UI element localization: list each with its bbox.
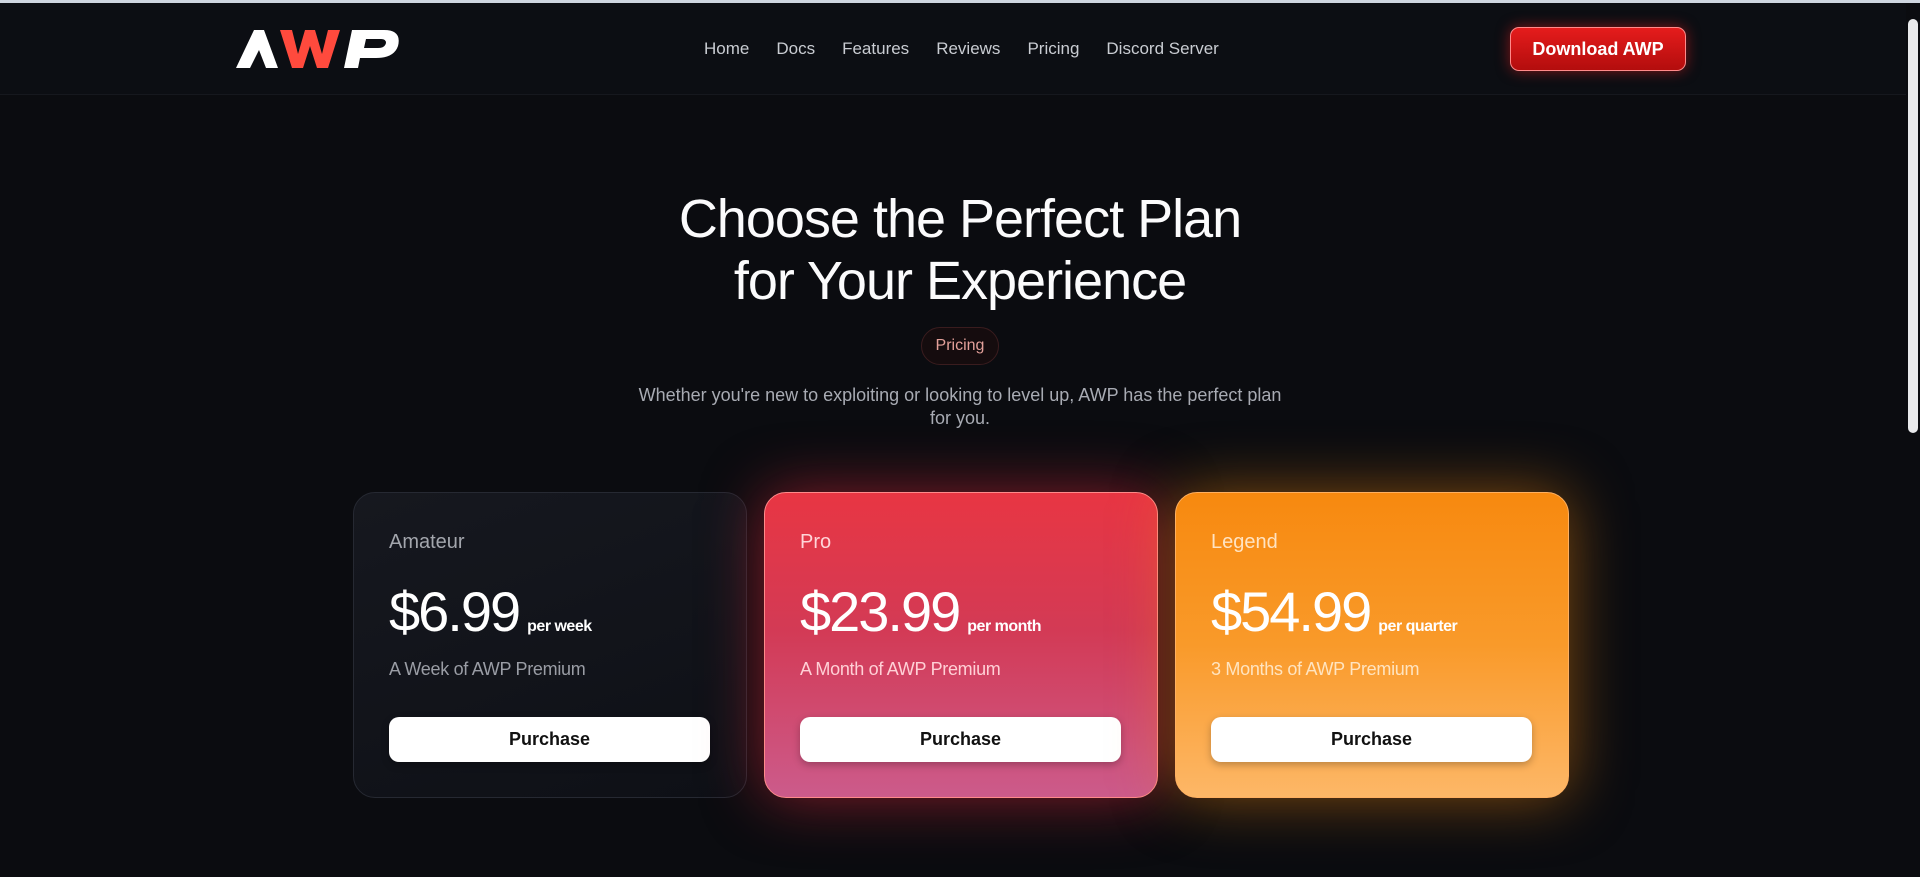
nav-pricing[interactable]: Pricing [1027, 39, 1079, 59]
plan-period: per month [967, 618, 1041, 635]
price-row: $6.99 per week [389, 579, 592, 644]
nav-home[interactable]: Home [704, 39, 749, 59]
nav-discord-server[interactable]: Discord Server [1106, 39, 1218, 59]
plan-card-legend: Legend $54.99 per quarter 3 Months of AW… [1175, 492, 1569, 798]
title-line-1: Choose the Perfect Plan [678, 189, 1242, 249]
price-row: $23.99 per month [800, 579, 1041, 644]
hero-subtitle: Whether you're new to exploiting or look… [620, 384, 1300, 430]
plan-description: A Month of AWP Premium [800, 659, 1001, 679]
plan-name: Legend [1211, 531, 1278, 553]
page-scrollbar[interactable] [1906, 3, 1920, 877]
plan-price: $54.99 [1211, 580, 1372, 643]
download-awp-button[interactable]: Download AWP [1510, 27, 1686, 71]
pricing-badge: Pricing [921, 327, 999, 365]
nav-features[interactable]: Features [842, 39, 909, 59]
plan-period: per week [527, 618, 592, 635]
plan-description: 3 Months of AWP Premium [1211, 659, 1420, 679]
plan-price: $6.99 [389, 580, 521, 643]
awp-logo[interactable] [236, 28, 402, 70]
plan-card-amateur: Amateur $6.99 per week A Week of AWP Pre… [353, 492, 747, 798]
scrollbar-thumb[interactable] [1908, 19, 1918, 433]
site-header: Home Docs Features Reviews Pricing Disco… [0, 3, 1920, 95]
title-line-2: for Your Experience [733, 251, 1187, 311]
main-nav: Home Docs Features Reviews Pricing Disco… [704, 39, 1246, 59]
nav-docs[interactable]: Docs [776, 39, 815, 59]
nav-reviews[interactable]: Reviews [936, 39, 1000, 59]
plan-name: Pro [800, 531, 832, 553]
plan-name: Amateur [389, 531, 465, 553]
subtitle-line-1: Whether you're new to exploiting or look… [638, 385, 1282, 405]
purchase-button-amateur[interactable]: Purchase [389, 717, 710, 762]
plan-price: $23.99 [800, 580, 961, 643]
plan-card-pro: Pro $23.99 per month A Month of AWP Prem… [764, 492, 1158, 798]
subtitle-line-2: for you. [929, 408, 991, 428]
price-row: $54.99 per quarter [1211, 579, 1458, 644]
plan-period: per quarter [1378, 618, 1458, 635]
plan-description: A Week of AWP Premium [389, 659, 586, 679]
purchase-button-legend[interactable]: Purchase [1211, 717, 1532, 762]
purchase-button-pro[interactable]: Purchase [800, 717, 1121, 762]
page-title: Choose the Perfect Plan for Your Experie… [560, 188, 1360, 312]
